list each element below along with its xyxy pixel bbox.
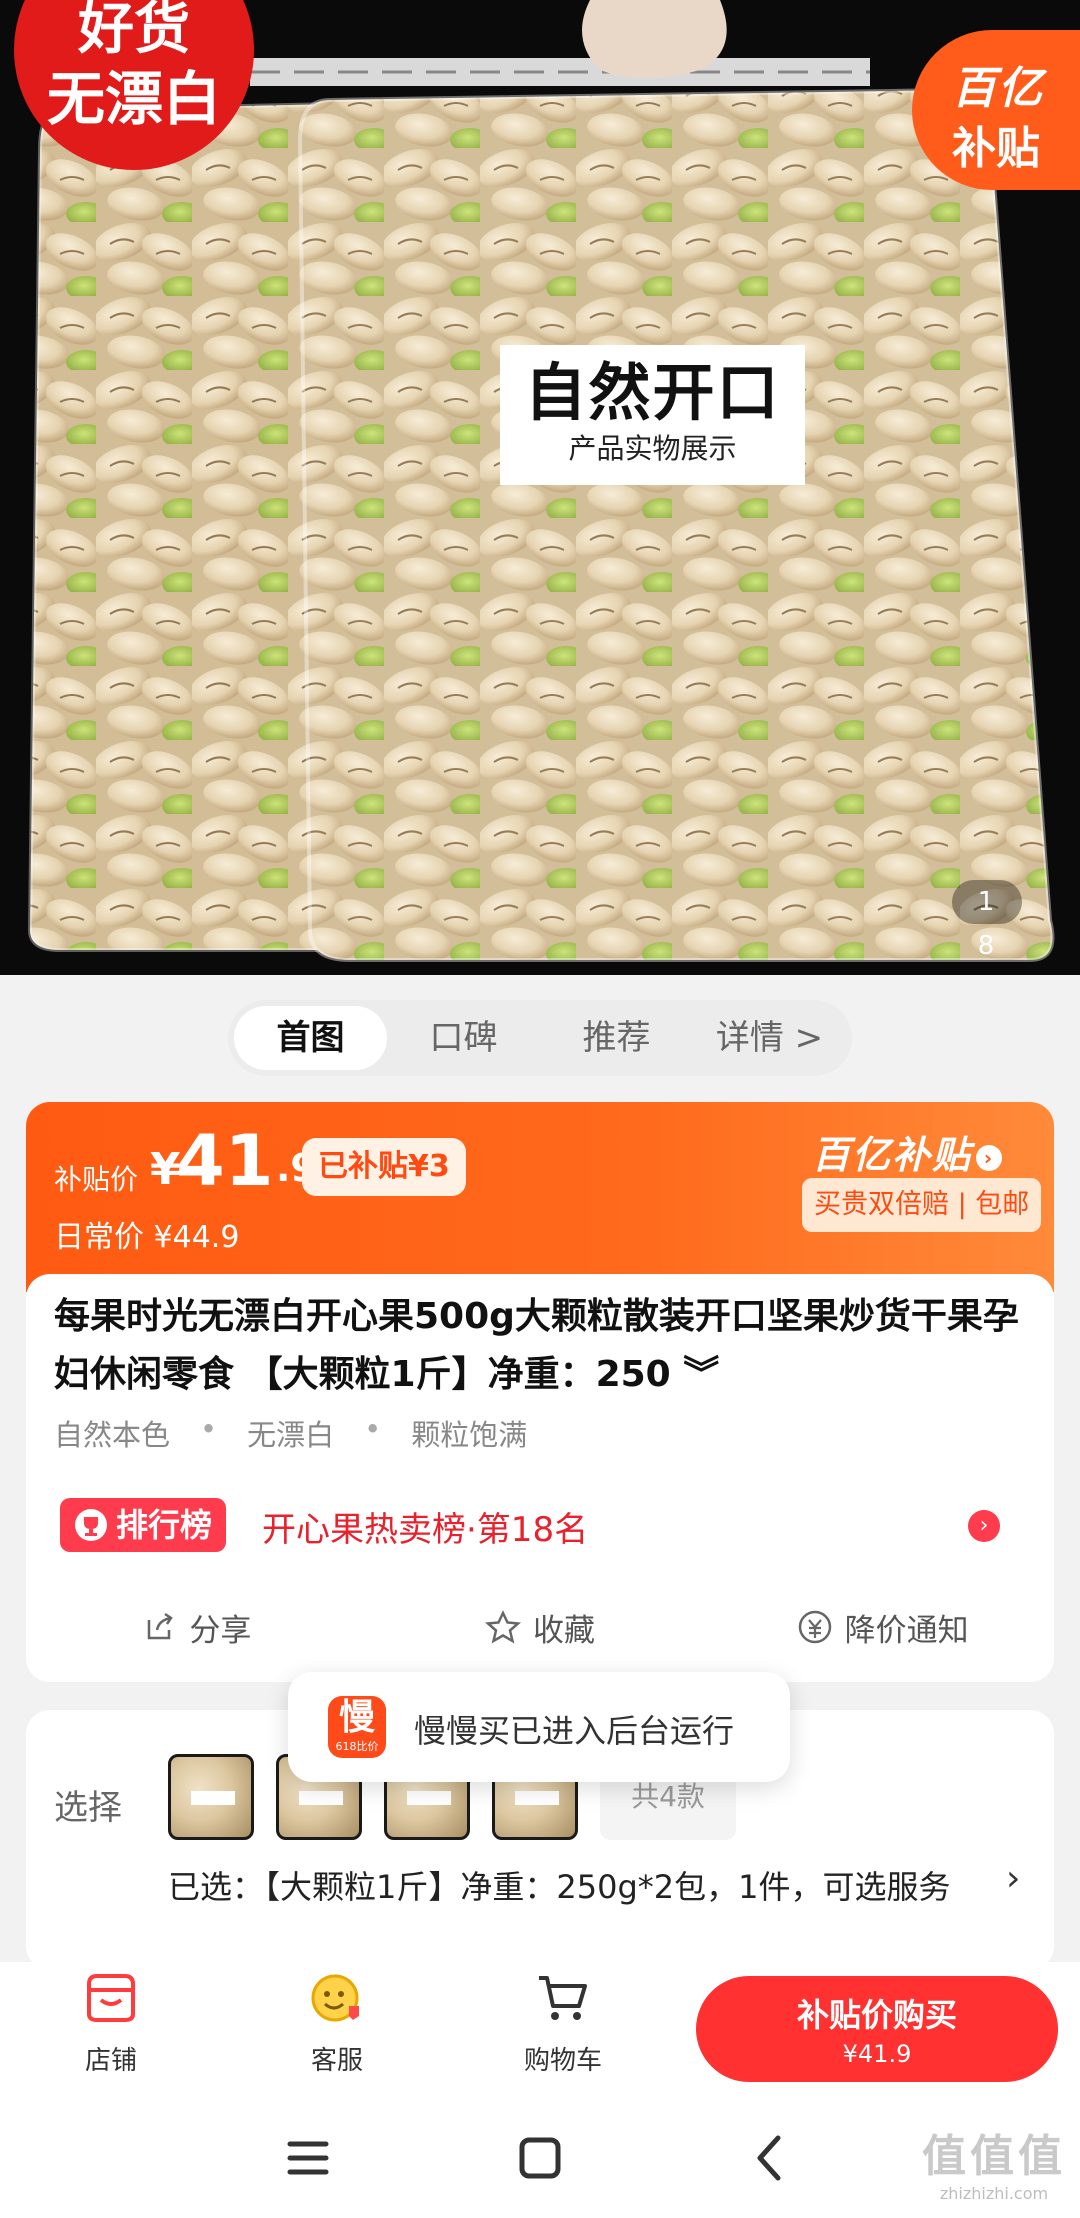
chevron-right-icon[interactable]: › <box>1006 1858 1020 1899</box>
favorite-label: 收藏 <box>533 1612 595 1649</box>
toast-message: 慢慢买已进入后台运行 <box>414 1712 735 1750</box>
sku-thumbnail[interactable] <box>168 1754 254 1840</box>
tab-reviews[interactable]: 口碑 <box>387 1006 540 1070</box>
share-button[interactable]: 分享 <box>26 1592 369 1662</box>
badge-right-line2: 补贴 <box>952 123 1040 174</box>
product-title-block: 每果时光无漂白开心果500g大颗粒散装开口坚果炒货干果孕妇休闲零食 【大颗粒1斤… <box>26 1274 1054 1682</box>
price-integer: 41 <box>176 1120 274 1202</box>
daily-price: 日常价 ¥44.9 <box>54 1220 240 1255</box>
shop-button[interactable]: 店铺 <box>36 1970 186 2077</box>
cart-button[interactable]: 购物车 <box>488 1970 638 2077</box>
subsidy-badge: 百亿 补贴 <box>912 30 1080 190</box>
price-alert-label: 降价通知 <box>844 1612 969 1649</box>
tag-separator: • <box>364 1412 382 1446</box>
subsidy-saved-badge: 已补贴¥3 <box>302 1138 466 1196</box>
price-drop-icon <box>798 1610 831 1644</box>
customer-service-button[interactable]: 客服 <box>262 1970 412 2077</box>
ranking-text[interactable]: 开心果热卖榜·第18名 <box>262 1502 588 1551</box>
tag-item: 自然本色 <box>54 1418 171 1452</box>
section-tabs: 首图 口碑 推荐 详情 > <box>228 1000 852 1076</box>
tab-details[interactable]: 详情 > <box>693 1006 846 1070</box>
natural-open-sticker: 自然开口 产品实物展示 <box>500 345 805 485</box>
subsidy-logo-text: 百亿补贴 <box>812 1133 973 1177</box>
buy-button-price: ¥41.9 <box>842 2040 912 2068</box>
guarantee-badge[interactable]: 买贵双倍赔 | 包邮 <box>802 1178 1042 1232</box>
bottom-action-bar: 店铺 客服 购物车 补贴价购买 ¥41.9 <box>0 1962 1080 2082</box>
price-alert-button[interactable]: 降价通知 <box>711 1592 1054 1662</box>
ranking-badge-label: 排行榜 <box>116 1506 213 1544</box>
watermark-url: zhizhizhi.com <box>939 2184 1049 2203</box>
trophy-icon <box>75 1509 107 1541</box>
badge-right-line1: 百亿 <box>952 63 1044 114</box>
shop-label: 店铺 <box>84 2046 137 2076</box>
app-icon-glyph: 慢 <box>338 1697 375 1738</box>
favorite-button[interactable]: 收藏 <box>369 1592 712 1662</box>
tag-separator: • <box>200 1412 218 1446</box>
badge-left-line1: 好货 <box>78 0 190 62</box>
cart-icon <box>539 1976 587 2020</box>
buy-now-button[interactable]: 补贴价购买 ¥41.9 <box>696 1976 1058 2082</box>
watermark-logo: 值值值 <box>922 2131 1066 2182</box>
cart-label: 购物车 <box>523 2046 602 2076</box>
customer-service-label: 客服 <box>310 2046 363 2076</box>
sticker-title: 自然开口 <box>524 356 781 429</box>
star-icon <box>485 1610 521 1644</box>
recent-apps-icon[interactable] <box>268 2118 348 2198</box>
chevron-right-icon: › <box>976 1144 1003 1171</box>
product-tags: 自然本色 • 无漂白 • 颗粒饱满 <box>54 1412 557 1454</box>
tag-item: 无漂白 <box>247 1418 335 1452</box>
background-running-toast: 慢 618比价 慢慢买已进入后台运行 <box>288 1672 790 1782</box>
product-image-carousel[interactable]: 好货 无漂白 百亿 补贴 自然开口 产品实物展示 1 8 <box>0 0 1080 975</box>
image-page-indicator: 1 8 <box>952 880 1022 961</box>
customer-service-icon <box>311 1974 359 2022</box>
action-row: 分享 收藏 降价通知 <box>26 1592 1054 1662</box>
product-title[interactable]: 每果时光无漂白开心果500g大颗粒散装开口坚果炒货干果孕妇休闲零食 【大颗粒1斤… <box>54 1288 1034 1404</box>
system-navigation-bar <box>0 2082 1080 2218</box>
subsidy-logo[interactable]: 百亿补贴 › <box>812 1124 1003 1179</box>
sticker-subtitle: 产品实物展示 <box>568 432 737 465</box>
app-icon-sub: 618比价 <box>335 1740 379 1753</box>
ranking-badge[interactable]: 排行榜 <box>60 1498 227 1552</box>
product-info-card: 补贴价 ¥ 41 .9 已补贴¥3 日常价 ¥44.9 百亿补贴 › 买贵双倍赔 … <box>26 1102 1054 1682</box>
shop-icon <box>87 1974 135 2022</box>
back-icon[interactable] <box>732 2118 812 2198</box>
badge-left-line2: 无漂白 <box>46 65 221 133</box>
home-icon[interactable] <box>500 2118 580 2198</box>
chevron-right-icon[interactable]: › <box>968 1510 1000 1542</box>
site-watermark: 值值值 zhizhizhi.com <box>922 2120 1066 2203</box>
tag-item: 颗粒饱满 <box>411 1418 528 1452</box>
subsidy-price-label: 补贴价 <box>54 1163 139 1196</box>
tab-main-image[interactable]: 首图 <box>234 1006 387 1070</box>
tab-recommend[interactable]: 推荐 <box>540 1006 693 1070</box>
selected-sku-text[interactable]: 已选：【大颗粒1斤】净重：250g*2包，1件，可选服务 <box>168 1856 1008 1918</box>
buy-button-label: 补贴价购买 <box>796 1996 957 2034</box>
share-icon <box>148 1612 174 1640</box>
price-banner: 补贴价 ¥ 41 .9 已补贴¥3 日常价 ¥44.9 百亿补贴 › 买贵双倍赔 … <box>26 1102 1054 1292</box>
select-label: 选择 <box>54 1788 122 1828</box>
share-label: 分享 <box>189 1612 252 1649</box>
manmanmai-app-icon: 慢 618比价 <box>328 1696 386 1758</box>
